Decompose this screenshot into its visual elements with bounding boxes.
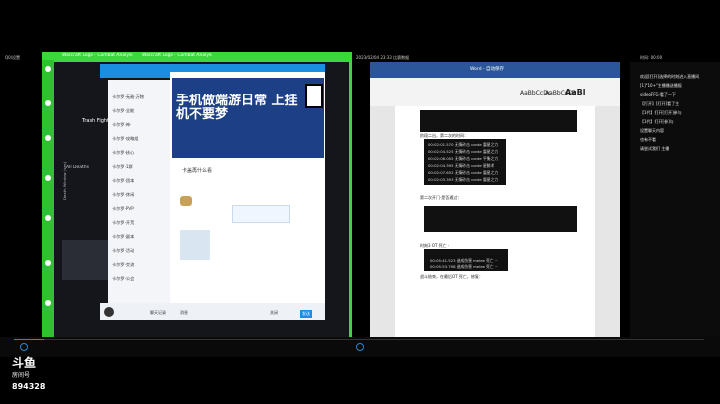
- qq-group-item[interactable]: 卡尔罗·团本: [112, 178, 168, 184]
- chat-message: 卡盖再什么看: [182, 168, 213, 174]
- room-number: 894328: [12, 382, 46, 391]
- chat-message: videoFFG·看了一下: [640, 92, 676, 97]
- browser-tab[interactable]: Warcraft Logs - Combat Analysi: [62, 53, 142, 58]
- guild-name: Trash Fight: [82, 118, 110, 124]
- seek-progress: [14, 339, 44, 340]
- log-line: 00:02:04.525 无情砂击 conte 震星之力: [428, 149, 499, 154]
- wcl-table: [62, 240, 112, 280]
- topbar-left-label: Q0/设置: [5, 55, 21, 60]
- chat-avatar: [180, 196, 192, 206]
- browser-tab[interactable]: Warcraft Logs - Combat Analysi: [142, 53, 212, 58]
- banner-text: 手机做端游日常 上挂机不要梦: [176, 94, 298, 122]
- log-screenshot: [424, 206, 577, 232]
- chat-message: 【1代】打开[参]与: [640, 119, 674, 124]
- qq-group-item[interactable]: 卡尔罗·全能: [112, 108, 168, 114]
- word-title: Word - 自动保存: [470, 67, 505, 72]
- qq-group-item[interactable]: 卡尔罗·休闲: [112, 192, 168, 198]
- sidebar-icon[interactable]: [45, 215, 51, 221]
- douyu-logo: 斗鱼: [12, 356, 37, 370]
- sidebar-icon[interactable]: [45, 260, 51, 266]
- qq-group-item[interactable]: 卡尔罗·交流: [112, 262, 168, 268]
- chat-message: 设置聊天内容: [640, 128, 664, 133]
- log-line: 00:05:53.798 造成伤害 melee 死亡 ~: [430, 264, 499, 269]
- send-button[interactable]: 发送: [300, 310, 312, 318]
- sidebar-icon[interactable]: [45, 66, 51, 72]
- doc-paragraph: 战斗结束，在最后OT 死亡，修复：: [420, 274, 483, 279]
- qq-group-item[interactable]: 卡尔罗·公会: [112, 276, 168, 282]
- chat-message: [1]"10+"主播播送播报: [640, 83, 682, 88]
- chat-image[interactable]: [180, 230, 210, 260]
- bottom-button[interactable]: 消息: [180, 310, 188, 316]
- play-icon[interactable]: [20, 343, 28, 351]
- topbar-right-label: 时间: 00:00: [640, 55, 663, 60]
- chat-message: 【打开】[打开]看了主: [640, 101, 680, 106]
- log-line: 00:02:01.570 无情砂击 conte 震星之力: [428, 142, 499, 147]
- qq-group-list: [108, 80, 170, 320]
- seek-bar[interactable]: [14, 339, 704, 340]
- avatar[interactable]: [104, 307, 114, 317]
- qq-group-item[interactable]: 卡尔罗·开荒: [112, 220, 168, 226]
- qq-group-item[interactable]: 卡尔罗·无敌·万物: [112, 94, 168, 100]
- qr-code: [305, 84, 323, 108]
- doc-paragraph: 第二次开门·是否通过：: [420, 195, 462, 200]
- section-label[interactable]: All Deaths: [66, 165, 89, 170]
- qq-group-item[interactable]: 卡尔罗·活动: [112, 248, 168, 254]
- qq-group-item[interactable]: 卡尔罗·神·: [112, 122, 168, 128]
- chat-message: 【1代】打开[打开]参与: [640, 110, 682, 115]
- qq-group-item[interactable]: 卡尔罗·核心: [112, 150, 168, 156]
- qq-toolbar: [100, 303, 325, 320]
- chat-card[interactable]: [232, 205, 290, 223]
- room-label: 房间号: [12, 372, 31, 379]
- log-line: 00:02:04.395 无情砂击 conte 星鲸术: [428, 163, 495, 168]
- sidebar-icon[interactable]: [45, 175, 51, 181]
- topbar-mid-label: 2023/02/04 23:33 比赛数据: [356, 55, 410, 60]
- chat-message: 请尝试我们 主播: [640, 146, 670, 151]
- bottom-button[interactable]: 关闭: [270, 310, 278, 316]
- chat-message: 也有不看: [640, 137, 656, 142]
- sidebar-icon[interactable]: [45, 135, 51, 141]
- style-heading[interactable]: AaBl: [565, 88, 585, 97]
- qq-group-item[interactable]: 卡尔罗·攻略组: [112, 136, 168, 142]
- play-icon[interactable]: [356, 343, 364, 351]
- death-window-label: Death Window (sec): [62, 161, 67, 200]
- log-line: 00:02:03.393 无情砂击 conte 震星之力: [428, 177, 499, 182]
- qq-group-item[interactable]: 卡尔罗·副本: [112, 234, 168, 240]
- qq-group-item[interactable]: 卡尔罗·1群: [112, 164, 168, 170]
- log-line: 00:02:06.005 无情砂击 conte 平衡之力: [428, 156, 499, 161]
- log-line: 00:02:07.652 无情砂击 conte 震星之力: [428, 170, 499, 175]
- sidebar-icon[interactable]: [45, 300, 51, 306]
- chat-message: 欢迎[打开]选择的时刻进入直播间: [640, 74, 700, 79]
- log-screenshot: [420, 110, 577, 132]
- qq-group-item[interactable]: 卡尔罗·PVP: [112, 206, 168, 212]
- bottom-button[interactable]: 聊天记录: [150, 310, 166, 316]
- sidebar-icon[interactable]: [45, 100, 51, 106]
